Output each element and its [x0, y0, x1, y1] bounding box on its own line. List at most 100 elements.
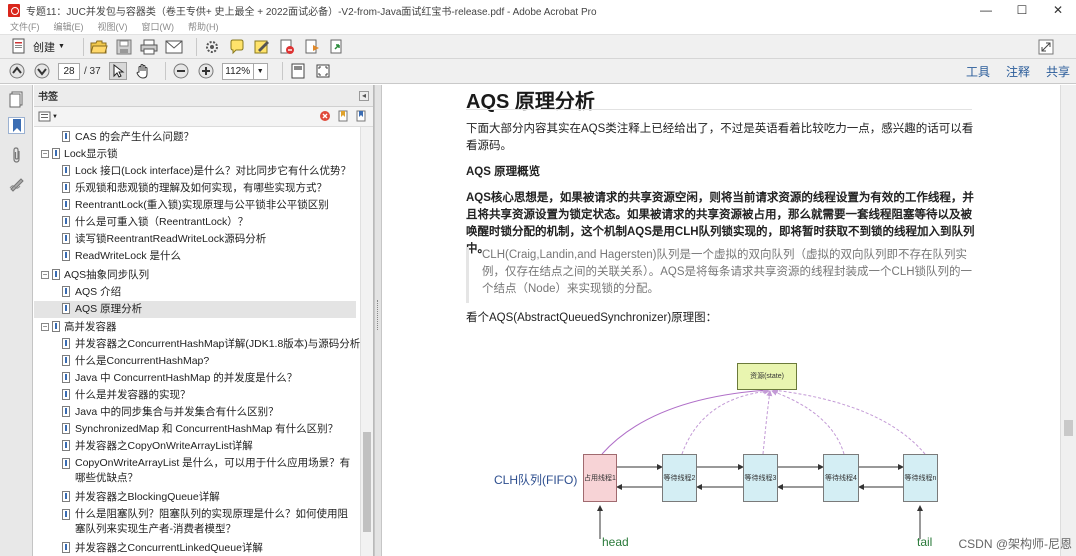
bookmark-label: 什么是可重入锁（ReentrantLock）？ — [75, 216, 249, 228]
create-button-label: 创建 — [33, 41, 55, 54]
bookmark-icon — [62, 338, 70, 349]
bookmark-label: ReadWriteLock 是什么 — [75, 250, 182, 262]
bookmark-icon — [62, 165, 70, 176]
bookmark-icon — [62, 216, 70, 227]
bookmark-label: Java 中的同步集合与并发集合有什么区别？ — [75, 406, 279, 418]
tail-label: tail — [917, 535, 933, 549]
expand-icon[interactable] — [1037, 38, 1055, 56]
bookmark-label: 并发容器之ConcurrentHashMap详解(JDK1.8版本)与源码分析 — [75, 338, 360, 350]
waiting-thread-node: 等待线程3 — [743, 454, 778, 502]
bookmark-item[interactable]: CopyOnWriteArrayList 是什么，可以用于什么应用场景？有哪些优… — [34, 456, 360, 488]
collapse-toggle[interactable]: − — [41, 323, 49, 331]
tab-share[interactable]: 共享 — [1046, 63, 1070, 80]
select-tool-icon[interactable] — [108, 62, 127, 80]
zoom-in-icon[interactable] — [197, 62, 215, 80]
document-scrollbar[interactable] — [1060, 85, 1076, 556]
bookmark-label: 什么是ConcurrentHashMap? — [75, 355, 210, 367]
splitter-grip — [377, 300, 379, 330]
bookmark-label: ReentrantLock(重入锁)实现原理与公平锁非公平锁区别 — [75, 199, 329, 211]
bookmark-label: AQS 介绍 — [75, 286, 122, 298]
bookmark-label: 并发容器之CopyOnWriteArrayList详解 — [75, 440, 253, 452]
close-button[interactable]: ✕ — [1040, 0, 1076, 20]
zoom-out-icon[interactable] — [172, 62, 190, 80]
fit-page-icon[interactable] — [289, 62, 307, 80]
tab-comment[interactable]: 注释 — [1006, 63, 1030, 80]
bookmark-label: CopyOnWriteArrayList 是什么，可以用于什么应用场景？有哪些优… — [75, 457, 351, 484]
section-subheading: AQS 原理概览 — [466, 166, 541, 178]
page-number-input[interactable]: 28 — [58, 62, 80, 80]
collapse-toggle[interactable]: − — [41, 271, 49, 279]
page-thumbnails-icon[interactable] — [8, 91, 25, 108]
toolbar-separator — [82, 37, 84, 56]
bookmark-label: Lock显示锁 — [64, 148, 118, 160]
menu-file[interactable]: 文件(F) — [10, 20, 40, 33]
minimize-button[interactable]: — — [968, 0, 1004, 20]
print-icon[interactable] — [140, 38, 158, 56]
sign-icon[interactable] — [253, 38, 271, 56]
email-icon[interactable] — [165, 38, 183, 56]
zoom-value: 112% — [225, 65, 251, 77]
collapse-toggle[interactable]: − — [41, 150, 49, 158]
menu-view[interactable]: 视图(V) — [98, 20, 128, 33]
attachments-paperclip-icon[interactable] — [8, 147, 25, 164]
bookmark-label: 高并发容器 — [64, 321, 117, 333]
menu-edit[interactable]: 编辑(E) — [54, 20, 84, 33]
navigation-toolbar: 28 / 37 112% ▼ 工具 注释 共享 — [0, 59, 1076, 84]
bookmark-icon — [62, 372, 70, 383]
next-page-icon[interactable] — [33, 62, 51, 80]
expand-bookmark-icon[interactable] — [355, 110, 367, 125]
bookmark-label: Lock 接口(Lock interface)是什么？对比同步它有什么优势？ — [75, 165, 351, 177]
zoom-select[interactable]: 112% ▼ — [221, 62, 268, 80]
collapse-panel-button[interactable]: ◂ — [359, 91, 369, 101]
signatures-icon[interactable] — [8, 175, 25, 192]
bookmark-label: 乐观锁和悲观锁的理解及如何实现，有哪些实现方式？ — [75, 182, 327, 194]
bookmarks-panel-title: 书签 — [38, 92, 58, 103]
bookmark-icon — [52, 269, 60, 280]
bookmarks-panel-header: 书签 ◂ — [34, 85, 373, 107]
bookmarks-scroll-thumb[interactable] — [363, 432, 371, 532]
previous-page-icon[interactable] — [8, 62, 26, 80]
bookmark-icon — [62, 406, 70, 417]
heading-divider — [466, 109, 972, 110]
bookmark-icon — [62, 233, 70, 244]
export-pdf-icon[interactable] — [303, 38, 321, 56]
comment-icon[interactable] — [228, 38, 246, 56]
waiting-thread-node: 等待线程4 — [823, 454, 859, 502]
toolbar-separator — [281, 62, 283, 80]
bookmark-label: CAS 的会产生什么问题？ — [75, 131, 195, 143]
open-folder-icon[interactable] — [90, 38, 108, 56]
toolbar-separator — [164, 62, 166, 80]
hand-tool-icon[interactable] — [134, 62, 152, 80]
tab-tools[interactable]: 工具 — [966, 63, 990, 80]
occupying-thread-node: 占用线程1 — [583, 454, 617, 502]
bookmark-label: AQS抽象同步队列 — [64, 269, 150, 281]
bookmark-icon — [62, 509, 70, 520]
aqs-diagram-svg — [597, 387, 926, 539]
page-total: / 37 — [84, 65, 101, 77]
toolbar-separator — [195, 37, 197, 56]
new-bookmark-icon[interactable] — [337, 110, 349, 125]
options-menu-button[interactable]: ▼ — [38, 111, 58, 122]
acrobat-app-icon — [8, 3, 20, 17]
fit-width-icon[interactable] — [314, 62, 332, 80]
bookmarks-icon[interactable] — [8, 117, 25, 134]
clh-blockquote: CLH(Craig,Landin,and Hagersten)队列是一个虚拟的双… — [466, 247, 976, 303]
bookmark-item-selected[interactable]: AQS 原理分析 — [34, 301, 356, 318]
document-scroll-thumb[interactable] — [1064, 420, 1073, 436]
settings-gear-icon[interactable] — [203, 38, 221, 56]
maximize-button[interactable]: ☐ — [1004, 0, 1040, 20]
create-button[interactable]: 创建 ▼ — [10, 38, 65, 56]
bookmark-item[interactable]: 什么是阻塞队列？阻塞队列的实现原理是什么？如何使用阻塞队列来实现生产者-消费者模… — [34, 507, 360, 539]
bookmark-icon — [62, 131, 70, 142]
bookmark-label: 什么是并发容器的实现？ — [75, 389, 191, 401]
bookmark-label: Java 中 ConcurrentHashMap 的并发度是什么？ — [75, 372, 298, 384]
panel-splitter[interactable] — [374, 85, 382, 556]
menu-help[interactable]: 帮助(H) — [188, 20, 219, 33]
save-icon[interactable] — [115, 38, 133, 56]
menu-window[interactable]: 窗口(W) — [142, 20, 175, 33]
bookmarks-scrollbar[interactable] — [360, 127, 373, 556]
delete-bookmark-icon[interactable] — [319, 110, 331, 125]
redact-icon[interactable] — [278, 38, 296, 56]
bookmark-actions — [319, 110, 367, 125]
extract-pages-icon[interactable] — [328, 38, 346, 56]
